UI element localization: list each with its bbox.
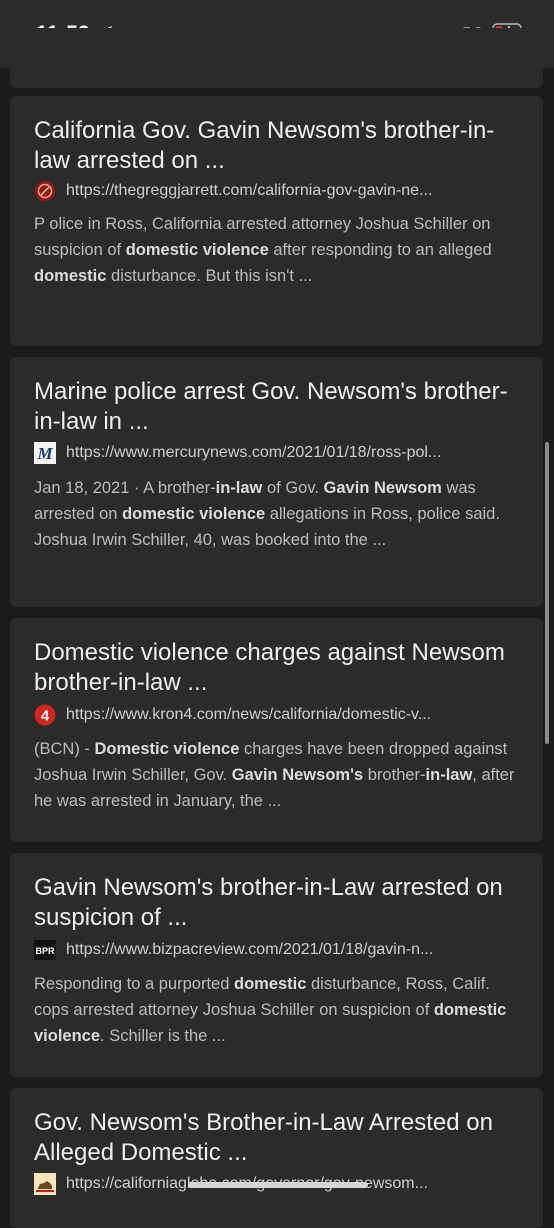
result-url-row[interactable]: BPR https://www.bizpacreview.com/2021/01…: [34, 939, 534, 963]
result-title[interactable]: Marine police arrest Gov. Newsom's broth…: [34, 377, 529, 437]
result-snippet: Jan 18, 2021 · A brother-in-law of Gov. …: [34, 475, 524, 553]
gregg-jarrett-icon: [35, 181, 55, 201]
snippet-highlight: domestic: [233, 975, 307, 993]
snippet-text: Responding to a purported: [34, 975, 234, 993]
search-result-card[interactable]: Domestic violence charges against Newsom…: [10, 618, 543, 842]
mercury-news-icon: M: [34, 442, 56, 464]
result-snippet: P olice in Ross, California arrested att…: [34, 211, 524, 289]
result-snippet: (BCN) - Domestic violence charges have b…: [34, 736, 524, 814]
snippet-highlight: in-law: [215, 479, 263, 497]
snippet-highlight: Domestic violence: [94, 740, 240, 758]
result-url-row[interactable]: 4 https://www.kron4.com/news/california/…: [34, 704, 534, 728]
search-result-card[interactable]: Gavin Newsom's brother-in-Law arrested o…: [10, 853, 543, 1077]
snippet-text: brother-: [363, 766, 426, 784]
result-url-row[interactable]: M https://www.mercurynews.com/2021/01/18…: [34, 442, 534, 466]
result-url[interactable]: https://www.kron4.com/news/california/do…: [66, 706, 521, 724]
snippet-text: (BCN) -: [34, 740, 95, 758]
result-title[interactable]: California Gov. Gavin Newsom's brother-i…: [34, 116, 529, 176]
result-snippet: Responding to a purported domestic distu…: [34, 971, 524, 1049]
snippet-text: A brother-: [143, 479, 216, 497]
kron4-icon: 4: [34, 704, 56, 726]
result-title[interactable]: Domestic violence charges against Newsom…: [34, 638, 529, 698]
bpr-icon: BPR: [34, 940, 56, 960]
snippet-text: Jan 18, 2021 ·: [34, 479, 144, 497]
svg-text:BPR: BPR: [35, 946, 55, 956]
svg-text:4: 4: [41, 708, 50, 725]
result-url-row[interactable]: https://thegreggjarrett.com/california-g…: [34, 180, 534, 204]
previous-result-card[interactable]: [10, 28, 543, 88]
snippet-text: of Gov.: [262, 479, 324, 497]
home-indicator[interactable]: [188, 1182, 368, 1188]
snippet-highlight: Gavin Newsom: [323, 479, 442, 497]
search-result-card[interactable]: Gov. Newsom's Brother-in-Law Arrested on…: [10, 1088, 543, 1228]
snippet-text: after responding to an alleged: [268, 241, 492, 259]
result-url[interactable]: https://www.bizpacreview.com/2021/01/18/…: [66, 941, 521, 959]
search-result-card[interactable]: California Gov. Gavin Newsom's brother-i…: [10, 96, 543, 346]
snippet-text: disturbance. But this isn't ...: [106, 267, 313, 285]
california-globe-icon: [34, 1173, 56, 1195]
search-result-card[interactable]: Marine police arrest Gov. Newsom's broth…: [10, 357, 543, 607]
result-url[interactable]: https://thegreggjarrett.com/california-g…: [66, 182, 521, 200]
snippet-highlight: domestic violence: [125, 241, 269, 259]
snippet-highlight: domestic: [34, 267, 107, 285]
snippet-highlight: Gavin Newsom's: [231, 766, 364, 784]
snippet-highlight: domestic violence: [122, 505, 266, 523]
svg-text:M: M: [36, 444, 53, 463]
result-title[interactable]: Gov. Newsom's Brother-in-Law Arrested on…: [34, 1108, 529, 1168]
snippet-text: . Schiller is the ...: [100, 1027, 226, 1045]
result-url[interactable]: https://www.mercurynews.com/2021/01/18/r…: [66, 444, 521, 462]
snippet-highlight: in-law: [425, 766, 473, 784]
result-title[interactable]: Gavin Newsom's brother-in-Law arrested o…: [34, 873, 529, 933]
scrollbar[interactable]: [545, 442, 549, 744]
